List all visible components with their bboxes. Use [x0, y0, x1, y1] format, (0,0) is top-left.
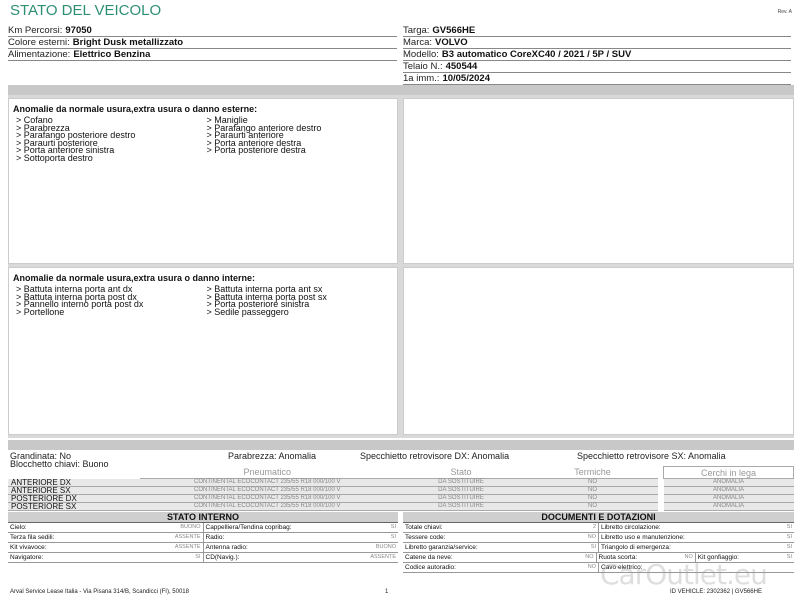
status-specchietto-dx: Specchietto retrovisore DX: Anomalia — [360, 451, 510, 461]
table-row: POSTERIORE DX CONTINENTAL ECOCONTACT 235… — [8, 494, 794, 503]
internal-damage-image-box — [403, 267, 794, 435]
info-row-colore: Colore esterni: Bright Dusk metallizzato — [8, 37, 397, 49]
external-damage-image-box — [403, 98, 794, 264]
info-row-telaio: Telaio N.: 450544 — [403, 61, 791, 73]
table-row: POSTERIORE SX CONTINENTAL ECOCONTACT 235… — [8, 502, 794, 511]
table-row: Kit vivavoce: ASSENTE Antenna radio: BUONO — [8, 543, 398, 553]
internal-damage-box: Anomalie da normale usura,extra usura o … — [8, 267, 398, 435]
tyres-header-pneumatico: Pneumatico — [140, 466, 395, 479]
external-damage-box: Anomalie da normale usura,extra usura o … — [8, 98, 398, 264]
section-divider — [8, 85, 794, 95]
info-row-immatricolazione: 1a imm.: 10/05/2024 — [403, 73, 791, 85]
tyres-header-cerchi: Cerchi in lega — [663, 466, 794, 479]
table-row: Cielo: BUONO Cappelliera/Tendina copribag… — [8, 523, 398, 533]
status-specchietto-sx: Specchietto retrovisore SX: Anomalia — [577, 451, 726, 461]
vehicle-info-left: Km Percorsi: 97050 Colore esterni: Bright … — [8, 25, 397, 61]
table-row: Totale chiavi: 2 Libretto circolazione: SI — [403, 523, 794, 533]
table-row: Tessere code: NO Libretto uso e manutenzi… — [403, 533, 794, 543]
info-row-targa: Targa: GV566HE — [403, 25, 791, 37]
table-row: ANTERIORE SX CONTINENTAL ECOCONTACT 235/… — [8, 486, 794, 495]
footer-page-number: 1 — [385, 589, 389, 595]
stato-interno-title: STATO INTERNO — [8, 512, 398, 523]
footer-company: Arval Service Lease Italia - Via Pisana … — [10, 589, 189, 595]
info-row-modello: Modello: B3 automatico CoreXC40 / 2021 / … — [403, 49, 791, 61]
list-item: > Sottoporta destro — [16, 152, 93, 163]
footer-vehicle-code: ID VEHICLE: 2302362 | GV566HE — [670, 589, 762, 595]
table-row: ANTERIORE DX CONTINENTAL ECOCONTACT 235/… — [8, 478, 794, 487]
section-divider — [8, 440, 794, 450]
vehicle-info-right: Targa: GV566HE Marca: VOLVO Modello: B3 aut… — [403, 25, 791, 85]
tyres-table: Pneumatico Stato Termiche Cerchi in lega… — [8, 466, 794, 511]
watermark-text: CarOutlet.eu — [600, 558, 768, 591]
status-parabrezza: Parabrezza: Anomalia — [228, 451, 317, 461]
internal-damage-col-1: > Battuta interna porta ant dx > Battuta… — [16, 285, 207, 317]
info-row-marca: Marca: VOLVO — [403, 37, 791, 49]
tyres-header-termiche: Termiche — [527, 466, 658, 479]
list-item: > Porta posteriore destra — [206, 145, 306, 155]
list-item: > Portellone — [16, 306, 65, 317]
external-damage-title: Anomalie da normale usura,extra usura o … — [13, 104, 258, 114]
internal-damage-col-2: > Battuta interna porta ant sx > Battuta… — [206, 285, 398, 317]
page-title: STATO DEL VEICOLO — [10, 2, 162, 19]
external-damage-col-2: > Maniglie > Parafango anteriore destro … — [206, 116, 398, 162]
internal-damage-title: Anomalie da normale usura,extra usura o … — [13, 273, 256, 283]
info-row-alimentazione: Alimentazione: Elettrico Benzina — [8, 49, 397, 61]
documenti-title: DOCUMENTI E DOTAZIONI — [403, 512, 794, 523]
table-row: Terza fila sedili: ASSENTE Radio: SI — [8, 533, 398, 543]
external-damage-col-1: > Cofano > Parabrezza > Parafango poster… — [16, 116, 207, 163]
table-row: Libretto garanzia/service: SI Triangolo d… — [403, 543, 794, 553]
info-row-km: Km Percorsi: 97050 — [8, 25, 397, 37]
stato-interno-section: STATO INTERNO Cielo: BUONO Cappelliera/Te… — [8, 512, 398, 563]
tyres-header-stato: Stato — [394, 466, 528, 479]
tyres-header-pos — [8, 466, 140, 479]
table-row: Navigatore: SI CD(Navig.): ASSENTE — [8, 553, 398, 563]
revision-label: Rev. A — [777, 9, 792, 15]
list-item: > Sedile passeggero — [206, 306, 289, 317]
